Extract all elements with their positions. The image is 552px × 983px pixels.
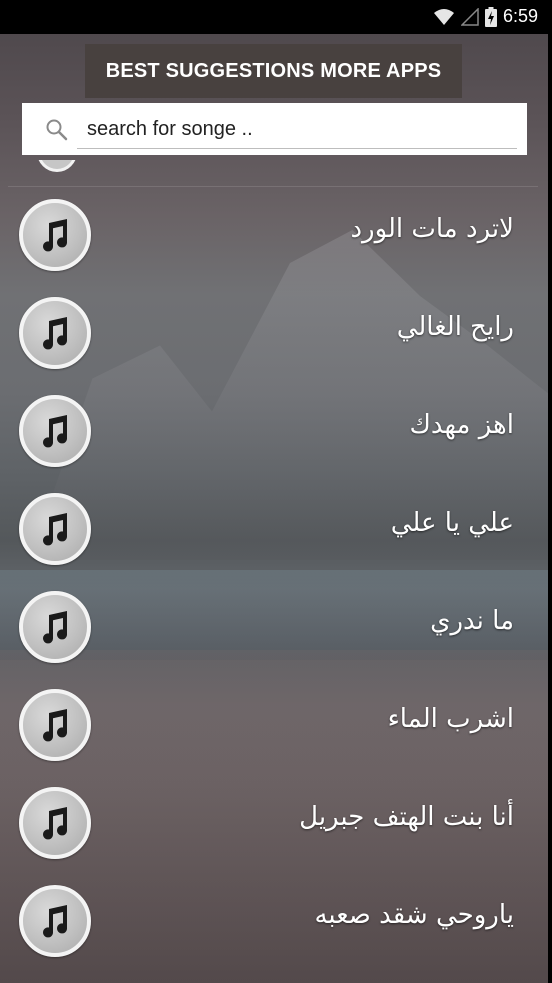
song-item[interactable]: رايح الغالي: [0, 284, 548, 382]
song-title: اهز مهدك: [409, 410, 514, 440]
music-note-icon: [19, 493, 91, 565]
song-item[interactable]: لاترد مات الورد: [0, 186, 548, 284]
song-item[interactable]: اهز مهدك: [0, 382, 548, 480]
song-item[interactable]: اشرب الماء: [0, 676, 548, 774]
battery-icon: [484, 6, 497, 27]
song-item[interactable]: أنا بنت الهتف جبريل: [0, 774, 548, 872]
song-title: لاترد مات الورد: [350, 214, 514, 244]
status-bar: 6:59: [0, 0, 548, 34]
music-note-icon: [19, 199, 91, 271]
status-time: 6:59: [502, 6, 538, 26]
song-item[interactable]: علي يا علي: [0, 480, 548, 578]
music-note-icon: [19, 885, 91, 957]
more-apps-button[interactable]: BEST SUGGESTIONS MORE APPS: [85, 44, 462, 98]
search-icon: [45, 118, 69, 142]
music-note-icon: [19, 395, 91, 467]
wifi-icon: [433, 8, 455, 26]
song-title: أنا بنت الهتف جبريل: [299, 802, 514, 832]
music-note-icon: [19, 787, 91, 859]
screen-edge: [548, 0, 552, 983]
app-screen: 6:59 BEST SUGGESTIONS MORE APPS لاترد ما…: [0, 0, 548, 983]
music-note-icon: [19, 591, 91, 663]
search-box: [22, 103, 527, 155]
music-note-icon: [19, 297, 91, 369]
song-title: ما ندري: [430, 606, 514, 636]
song-title: رايح الغالي: [396, 312, 514, 342]
music-note-icon: [19, 689, 91, 761]
song-item[interactable]: ما ندري: [0, 578, 548, 676]
song-title: اشرب الماء: [387, 704, 514, 734]
search-input[interactable]: [77, 111, 517, 149]
status-icons: 6:59: [433, 6, 538, 27]
song-item[interactable]: ياروحي شقد صعبه: [0, 872, 548, 970]
partial-list-item: [37, 160, 77, 174]
music-disc-icon: [37, 160, 77, 172]
song-title: علي يا علي: [390, 508, 514, 538]
signal-icon: [460, 7, 479, 26]
song-title: ياروحي شقد صعبه: [314, 900, 514, 930]
